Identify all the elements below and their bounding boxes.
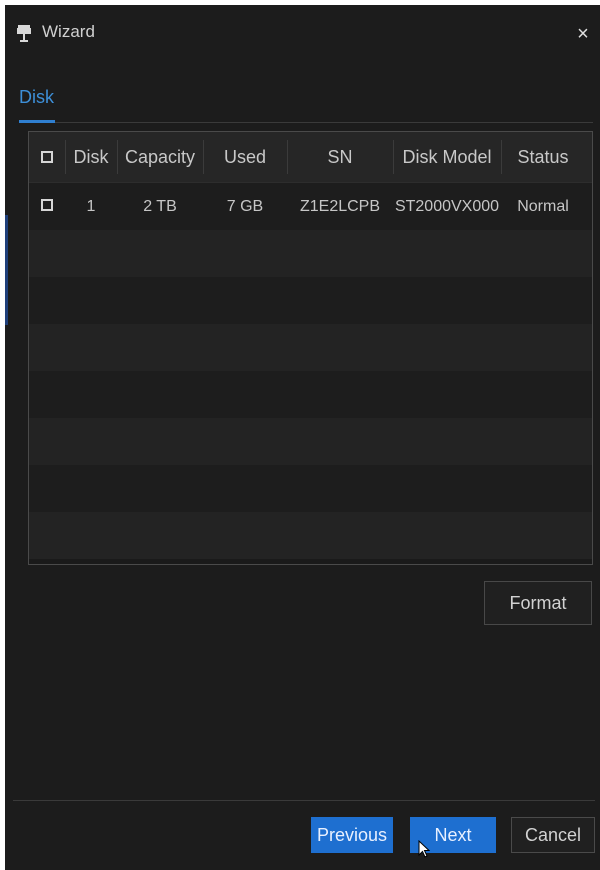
tab-bar: Disk xyxy=(19,87,593,123)
wizard-window: Wizard × Disk Disk Capacity Used SN Disk… xyxy=(5,5,600,870)
column-header-used[interactable]: Used xyxy=(203,132,287,182)
cell-sn: Z1E2LCPB xyxy=(299,198,381,215)
edge-accent xyxy=(5,215,8,325)
disk-table: Disk Capacity Used SN Disk Model Status … xyxy=(28,131,593,565)
empty-row xyxy=(29,371,592,418)
footer-divider xyxy=(13,800,595,801)
cell-used: 7 GB xyxy=(226,198,264,215)
empty-row xyxy=(29,277,592,324)
cell-disk-model: ST2000VX000 xyxy=(394,198,500,215)
column-header-status[interactable]: Status xyxy=(501,132,585,182)
row-checkbox[interactable] xyxy=(41,199,53,212)
format-button[interactable]: Format xyxy=(484,581,592,625)
tab-active-indicator xyxy=(19,120,55,123)
window-title: Wizard xyxy=(42,22,95,41)
empty-row xyxy=(29,418,592,465)
column-header-disk[interactable]: Disk xyxy=(65,132,117,182)
empty-row xyxy=(29,324,592,371)
tab-divider xyxy=(19,122,593,123)
empty-row xyxy=(29,465,592,512)
mouse-cursor-icon xyxy=(418,839,431,858)
close-icon[interactable]: × xyxy=(572,23,594,45)
select-all-cell xyxy=(29,132,65,182)
cell-disk: 1 xyxy=(86,198,96,215)
table-header: Disk Capacity Used SN Disk Model Status xyxy=(29,132,592,183)
title-bar: Wizard × xyxy=(5,5,600,63)
empty-row xyxy=(29,230,592,277)
column-header-sn[interactable]: SN xyxy=(287,132,393,182)
tab-disk[interactable]: Disk xyxy=(19,87,54,108)
pin-icon xyxy=(17,25,31,43)
table-row[interactable]: 1 2 TB 7 GB Z1E2LCPB ST2000VX000 Normal xyxy=(29,183,592,230)
empty-row xyxy=(29,512,592,559)
cell-status: Normal xyxy=(517,198,569,215)
select-all-checkbox[interactable] xyxy=(41,150,53,163)
cell-capacity: 2 TB xyxy=(143,198,177,215)
row-select-cell xyxy=(29,183,65,230)
previous-button[interactable]: Previous xyxy=(311,817,393,853)
column-header-disk-model[interactable]: Disk Model xyxy=(393,132,501,182)
column-header-capacity[interactable]: Capacity xyxy=(117,132,203,182)
cancel-button[interactable]: Cancel xyxy=(511,817,595,853)
